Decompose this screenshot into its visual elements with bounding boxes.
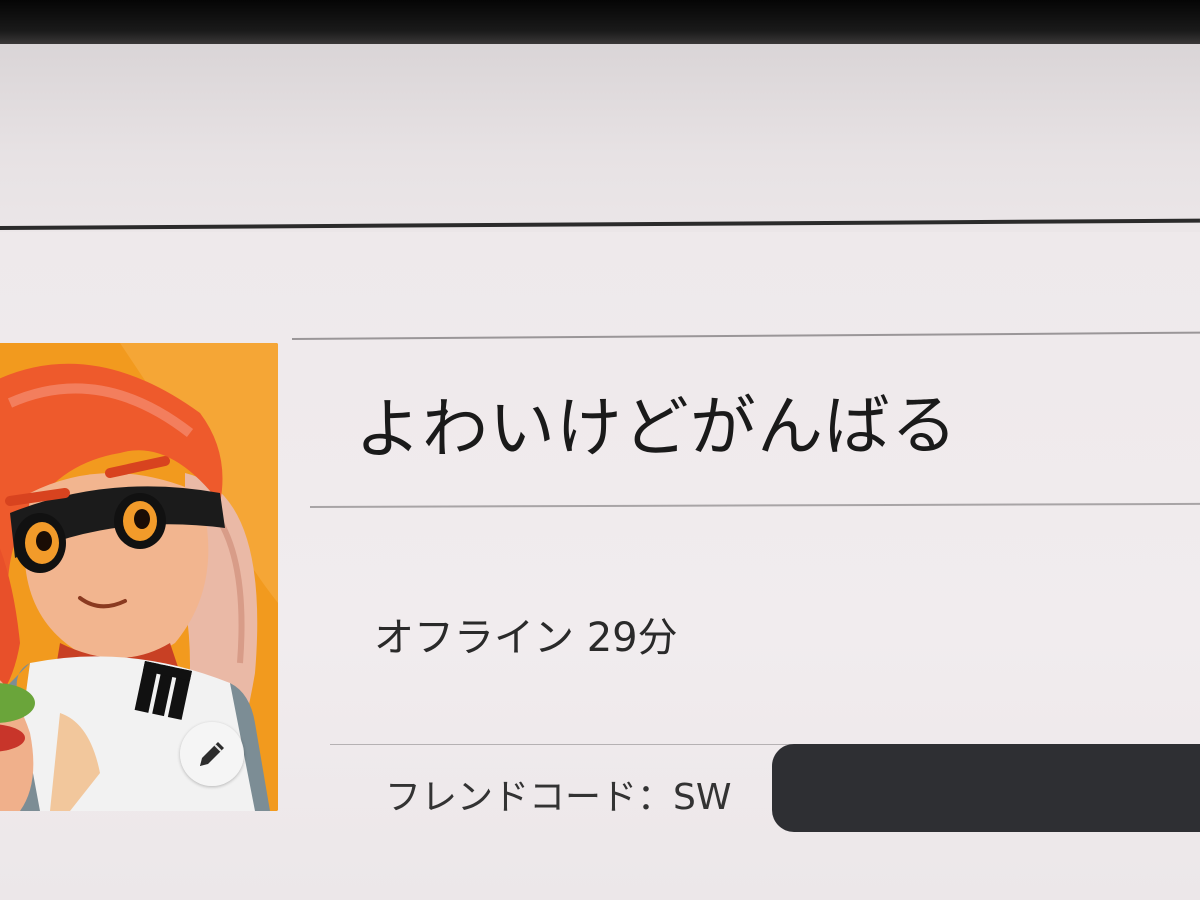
friend-code-label: フレンドコード：SW (385, 777, 732, 818)
header-area (0, 38, 1200, 233)
pencil-icon (200, 742, 224, 766)
redaction-overlay (772, 744, 1200, 832)
screen-bezel (0, 0, 1200, 44)
edit-avatar-button[interactable] (180, 722, 244, 786)
user-nickname: よわいけどがんばる (354, 386, 959, 469)
online-status: オフライン 29分 (374, 615, 678, 661)
screen: よわいけどがんばる オフライン 29分 フレンドコード：SW (0, 0, 1200, 900)
